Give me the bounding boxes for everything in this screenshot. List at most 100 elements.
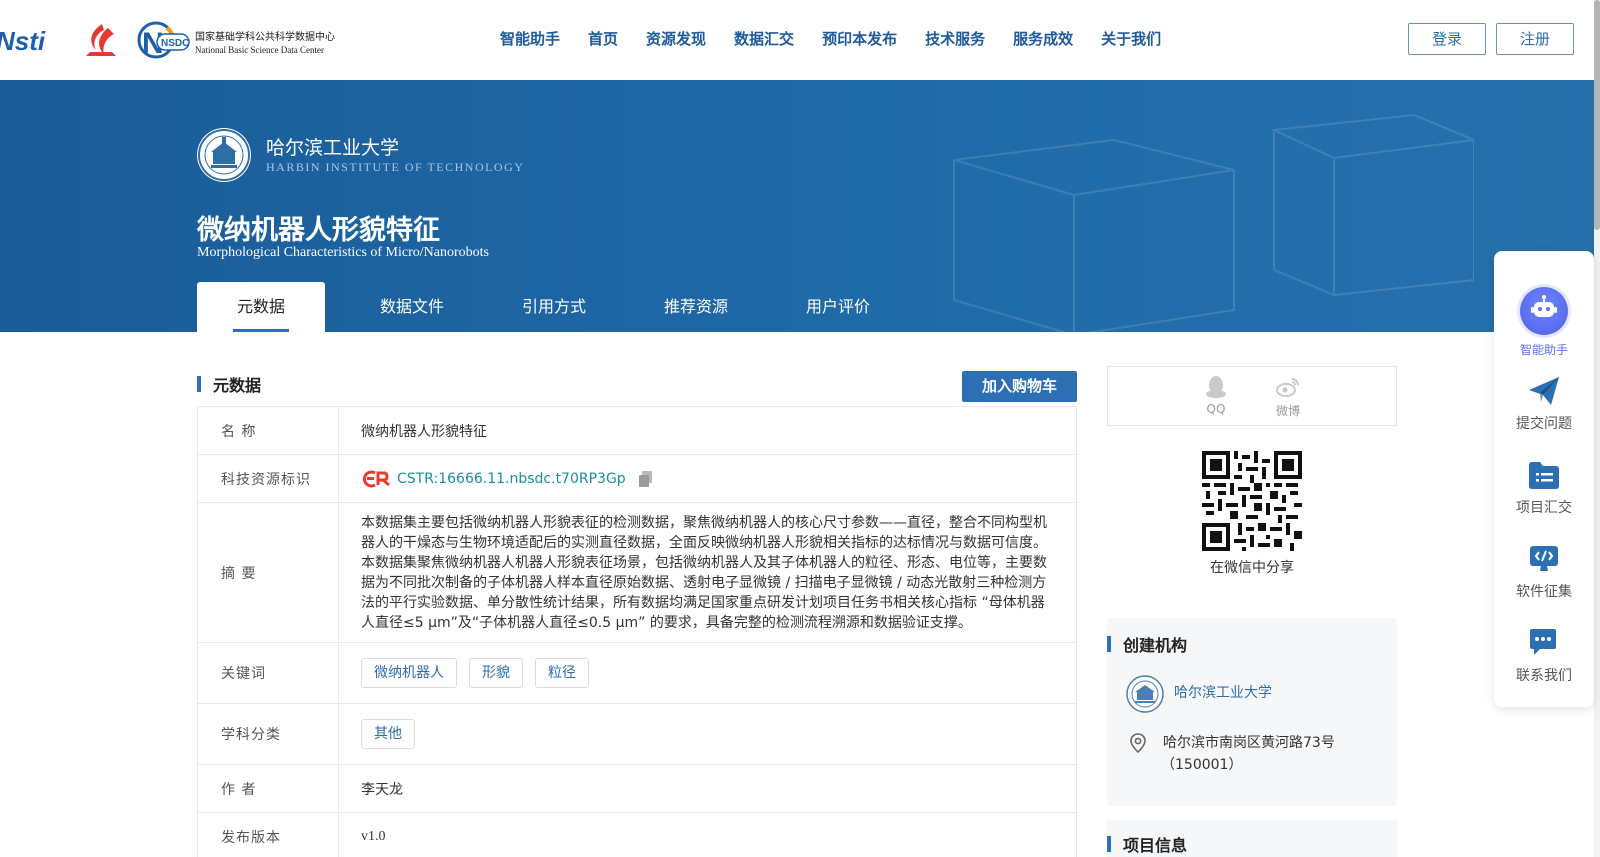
float-contact-us-label: 联系我们 [1516,668,1572,684]
org-name-link[interactable]: 哈尔滨工业大学 [1174,682,1272,702]
wechat-qr-code [1202,451,1302,551]
institution-name: 哈尔滨工业大学 [266,137,400,159]
copy-icon[interactable] [638,470,654,488]
tab-user-reviews[interactable]: 用户评价 [767,282,909,332]
float-submit-question[interactable]: 提交问题 [1494,375,1594,433]
dataset-title: 微纳机器人形貌特征 [197,215,440,246]
row-key-version: 发布版本 [197,812,339,857]
table-row: 发布版本 v1.0 [197,812,1077,857]
share-qq-label: QQ [1206,402,1226,416]
register-button[interactable]: 注册 [1496,23,1574,55]
float-software-collection-label: 软件征集 [1516,584,1572,600]
tab-data-files[interactable]: 数据文件 [341,282,483,332]
float-submit-question-label: 提交问题 [1516,416,1572,432]
float-project-submission[interactable]: 项目汇交 [1494,459,1594,517]
org-logo [1126,675,1164,713]
abstract-text: 本数据集主要包括微纳机器人形貌表征的检测数据，聚焦微纳机器人的核心尺寸参数——直… [361,514,1047,631]
add-to-cart-button[interactable]: 加入购物车 [962,371,1077,402]
top-bar: Nsti N NSDC 国家基础学科公共科学数据中心 National Basi… [0,0,1600,80]
chat-icon [1530,629,1556,655]
nsdc-logo[interactable]: N NSDC 国家基础学科公共科学数据中心 National Basic Sci… [135,20,350,60]
heading-accent-bar [1107,836,1111,852]
page-scrollbar[interactable] [1594,0,1600,857]
table-row: 作 者 李天龙 [197,764,1077,813]
share-weibo-label: 微博 [1275,404,1300,418]
dataset-tabs: 元数据 数据文件 引用方式 推荐资源 用户评价 [197,282,909,332]
university-logo [197,128,251,182]
metadata-table: 名 称 微纳机器人形貌特征 科技资源标识 CSTR:16666.11.nbsdc… [197,406,1077,857]
nav-home[interactable]: 首页 [588,28,618,49]
nav-ai-assistant[interactable]: 智能助手 [500,28,560,49]
paper-plane-icon [1529,377,1559,405]
nsdc-logo-mark: NSDC [161,38,189,49]
float-ai-assistant[interactable]: 智能助手 [1494,287,1594,358]
table-row: 科技资源标识 CSTR:16666.11.nbsdc.t70RP3Gp [197,454,1077,503]
qq-icon [1206,376,1226,398]
row-key-author: 作 者 [197,764,339,813]
project-info-card: 项目信息 [1107,820,1397,857]
row-key-abstract: 摘 要 [197,502,339,643]
row-value-keywords: 微纳机器人 形貌 粒径 [338,642,1077,704]
nav-service-results[interactable]: 服务成效 [1013,28,1073,49]
login-button[interactable]: 登录 [1408,23,1486,55]
project-info-heading-text: 项目信息 [1123,836,1188,855]
keyword-tag[interactable]: 粒径 [535,658,589,688]
cstr-link[interactable]: CSTR:16666.11.nbsdc.t70RP3Gp [397,471,626,487]
row-value-subject: 其他 [338,703,1077,765]
location-icon [1130,733,1146,754]
float-software-collection[interactable]: 软件征集 [1494,543,1594,601]
float-project-submission-label: 项目汇交 [1516,500,1572,516]
creator-org-heading: 创建机构 [1107,632,1187,656]
metadata-heading: 元数据 [197,372,261,396]
row-value-version: v1.0 [338,812,1077,857]
code-icon [1530,546,1558,571]
table-row: 摘 要 本数据集主要包括微纳机器人形貌表征的检测数据，聚焦微纳机器人的核心尺寸参… [197,502,1077,643]
share-weibo-button[interactable]: 微博 [1268,375,1308,419]
keyword-tag[interactable]: 微纳机器人 [361,658,457,688]
folder-list-icon [1529,462,1559,489]
table-row: 名 称 微纳机器人形貌特征 [197,406,1077,455]
nav-data-submission[interactable]: 数据汇交 [734,28,794,49]
row-key-identifier: 科技资源标识 [197,454,339,503]
row-key-keywords: 关键词 [197,642,339,704]
nav-preprint[interactable]: 预印本发布 [822,28,897,49]
nav-about[interactable]: 关于我们 [1101,28,1161,49]
wechat-share-label: 在微信中分享 [1210,560,1294,576]
scrollbar-thumb[interactable] [1594,0,1600,230]
nsti-logo-text: Nsti [0,26,46,56]
tab-recommended[interactable]: 推荐资源 [625,282,767,332]
dataset-subtitle: Morphological Characteristics of Micro/N… [197,245,489,260]
row-value-abstract: 本数据集主要包括微纳机器人形貌表征的检测数据，聚焦微纳机器人的核心尺寸参数——直… [338,502,1077,643]
heading-accent-bar [1107,636,1111,652]
weibo-icon [1276,378,1299,397]
float-contact-us[interactable]: 联系我们 [1494,627,1594,685]
creator-org-heading-text: 创建机构 [1123,636,1188,655]
metadata-heading-text: 元数据 [213,376,262,395]
table-row: 学科分类 其他 [197,703,1077,765]
tab-citation[interactable]: 引用方式 [483,282,625,332]
cstr-logo-icon [362,470,390,487]
share-box: QQ 微博 [1107,366,1397,426]
nav-resource-discovery[interactable]: 资源发现 [646,28,706,49]
red-logo-icon [86,24,116,56]
robot-icon [1520,287,1568,335]
share-qq-button[interactable]: QQ [1196,375,1236,416]
nav-tech-services[interactable]: 技术服务 [925,28,985,49]
institution-english-name: HARBIN INSTITUTE OF TECHNOLOGY [266,160,525,174]
nsdc-logo-cn: 国家基础学科公共科学数据中心 [195,30,335,43]
table-row: 关键词 微纳机器人 形貌 粒径 [197,642,1077,704]
dataset-banner: 哈尔滨工业大学 HARBIN INSTITUTE OF TECHNOLOGY 微… [0,80,1594,332]
row-value-author: 李天龙 [338,764,1077,813]
banner-decoration [953,113,1474,332]
heading-accent-bar [197,376,201,392]
project-info-heading: 项目信息 [1107,832,1187,856]
tab-metadata[interactable]: 元数据 [197,282,325,332]
keyword-tag[interactable]: 形貌 [469,658,523,688]
creator-org-card: 创建机构 哈尔滨工业大学 哈尔滨市南岗区黄河路73号 （150001） [1107,618,1397,806]
cstr-identifier: CSTR:16666.11.nbsdc.t70RP3Gp [361,469,1054,489]
nsti-logo[interactable]: Nsti [0,26,66,56]
row-key-name: 名 称 [197,406,339,455]
subject-tag[interactable]: 其他 [361,719,415,749]
float-ai-assistant-label: 智能助手 [1519,343,1568,357]
org-address-line2: （150001） [1161,757,1243,773]
